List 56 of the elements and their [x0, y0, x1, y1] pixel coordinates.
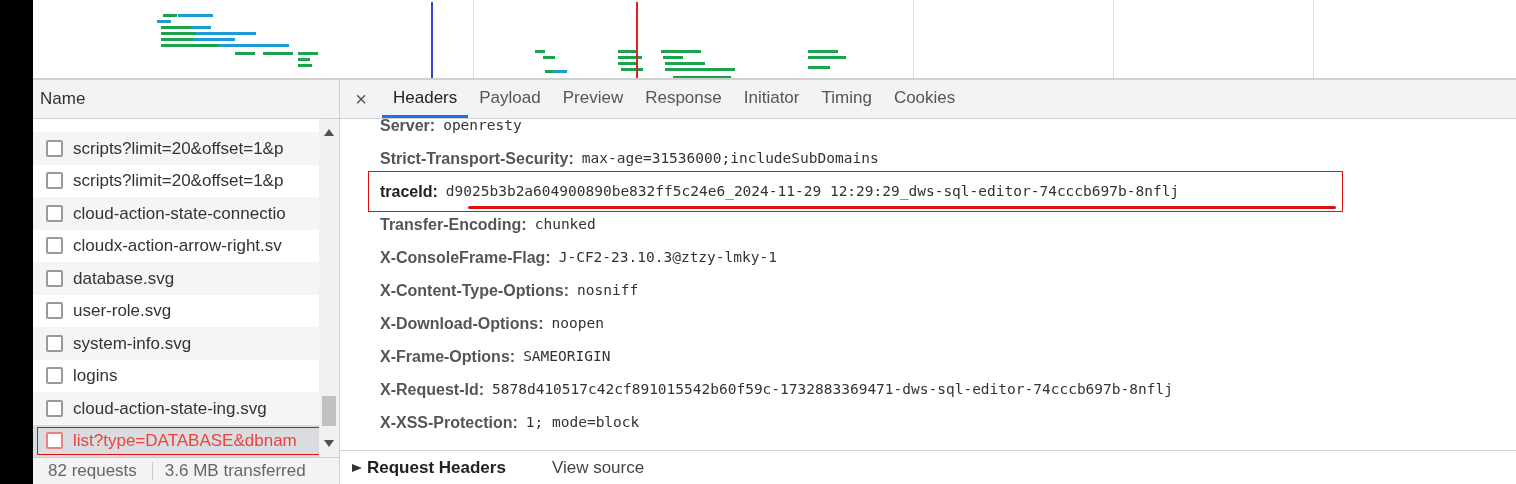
column-header[interactable]: Name: [40, 86, 86, 112]
request-row[interactable]: database.svg: [33, 262, 319, 295]
request-row[interactable]: cloud-action-state-ing.svg: [33, 392, 319, 425]
checkbox-icon: [46, 367, 63, 385]
header-name: Strict-Transport-Security:: [380, 148, 574, 169]
request-row[interactable]: scripts?limit=20&offset=1&p: [33, 164, 319, 197]
header-value: openresty: [443, 119, 522, 135]
header-value: J-CF2-23.10.3@ztzy-lmky-1: [558, 247, 777, 267]
section-toggle[interactable]: Request Headers: [352, 454, 506, 481]
checkbox-icon: [46, 432, 63, 450]
tab[interactable]: Payload: [468, 80, 552, 118]
header-value: d9025b3b2a604900890be832ff5c24e6_2024-11-29 12:29:29_dws-sql-editor-74cccb697b-8nflj: [445, 181, 1180, 202]
header-name: X-XSS-Protection:: [380, 412, 518, 433]
checkbox-icon: [46, 204, 63, 222]
header-value: 1; mode=block: [525, 412, 640, 432]
request-row[interactable]: system-info.svg: [33, 327, 319, 360]
checkbox-icon: [46, 172, 63, 190]
close-button[interactable]: ×: [340, 80, 382, 118]
tab[interactable]: Headers: [382, 80, 469, 118]
header-name: X-ConsoleFrame-Flag:: [380, 247, 551, 268]
tab[interactable]: Initiator: [732, 80, 811, 118]
checkbox-icon: [46, 269, 63, 287]
caret-icon: [352, 463, 362, 472]
request-row[interactable]: cloudx-action-arrow-right.sv: [33, 229, 319, 262]
view-source-link[interactable]: View source: [551, 454, 645, 481]
header-name: X-Request-Id:: [380, 379, 484, 400]
checkbox-icon: [46, 237, 63, 255]
header-name: Server:: [380, 119, 436, 136]
request-row[interactable]: logins: [33, 359, 319, 392]
header-value: nosniff: [577, 280, 639, 300]
header-name: X-Download-Options:: [380, 313, 544, 334]
transferred-size: 3.6 MB transferred: [163, 460, 307, 483]
request-count: 82 requests: [47, 460, 138, 483]
header-value: max-age=31536000;includeSubDomains: [581, 148, 879, 168]
checkbox-icon: [46, 334, 63, 352]
header-value: noopen: [551, 313, 604, 333]
scrollbar-thumb[interactable]: [322, 396, 336, 426]
header-value: chunked: [534, 214, 596, 234]
header-value: SAMEORIGIN: [523, 346, 611, 366]
tab[interactable]: Cookies: [882, 80, 967, 118]
header-name: Transfer-Encoding:: [380, 214, 527, 235]
request-row[interactable]: scripts?limit=20&offset=1&p: [33, 132, 319, 165]
checkbox-icon: [46, 139, 63, 157]
tab[interactable]: Response: [634, 80, 733, 118]
scroll-down-icon[interactable]: [324, 440, 334, 447]
checkbox-icon: [46, 302, 63, 320]
header-name: traceId:: [380, 181, 438, 202]
header-name: X-Content-Type-Options:: [380, 280, 569, 301]
tab[interactable]: Preview: [551, 80, 635, 118]
header-name: X-Frame-Options:: [380, 346, 516, 367]
request-row[interactable]: user-role.svg: [33, 294, 319, 327]
tab[interactable]: Timing: [810, 80, 883, 118]
scroll-up-icon[interactable]: [324, 129, 334, 136]
checkbox-icon: [46, 399, 63, 417]
header-value: 5878d410517c42cf891015542b60f59c-1732883369471-dws-sql-editor-74cccb697b-8nflj: [492, 379, 1173, 399]
request-row[interactable]: cloud-action-state-connectio: [33, 197, 319, 230]
